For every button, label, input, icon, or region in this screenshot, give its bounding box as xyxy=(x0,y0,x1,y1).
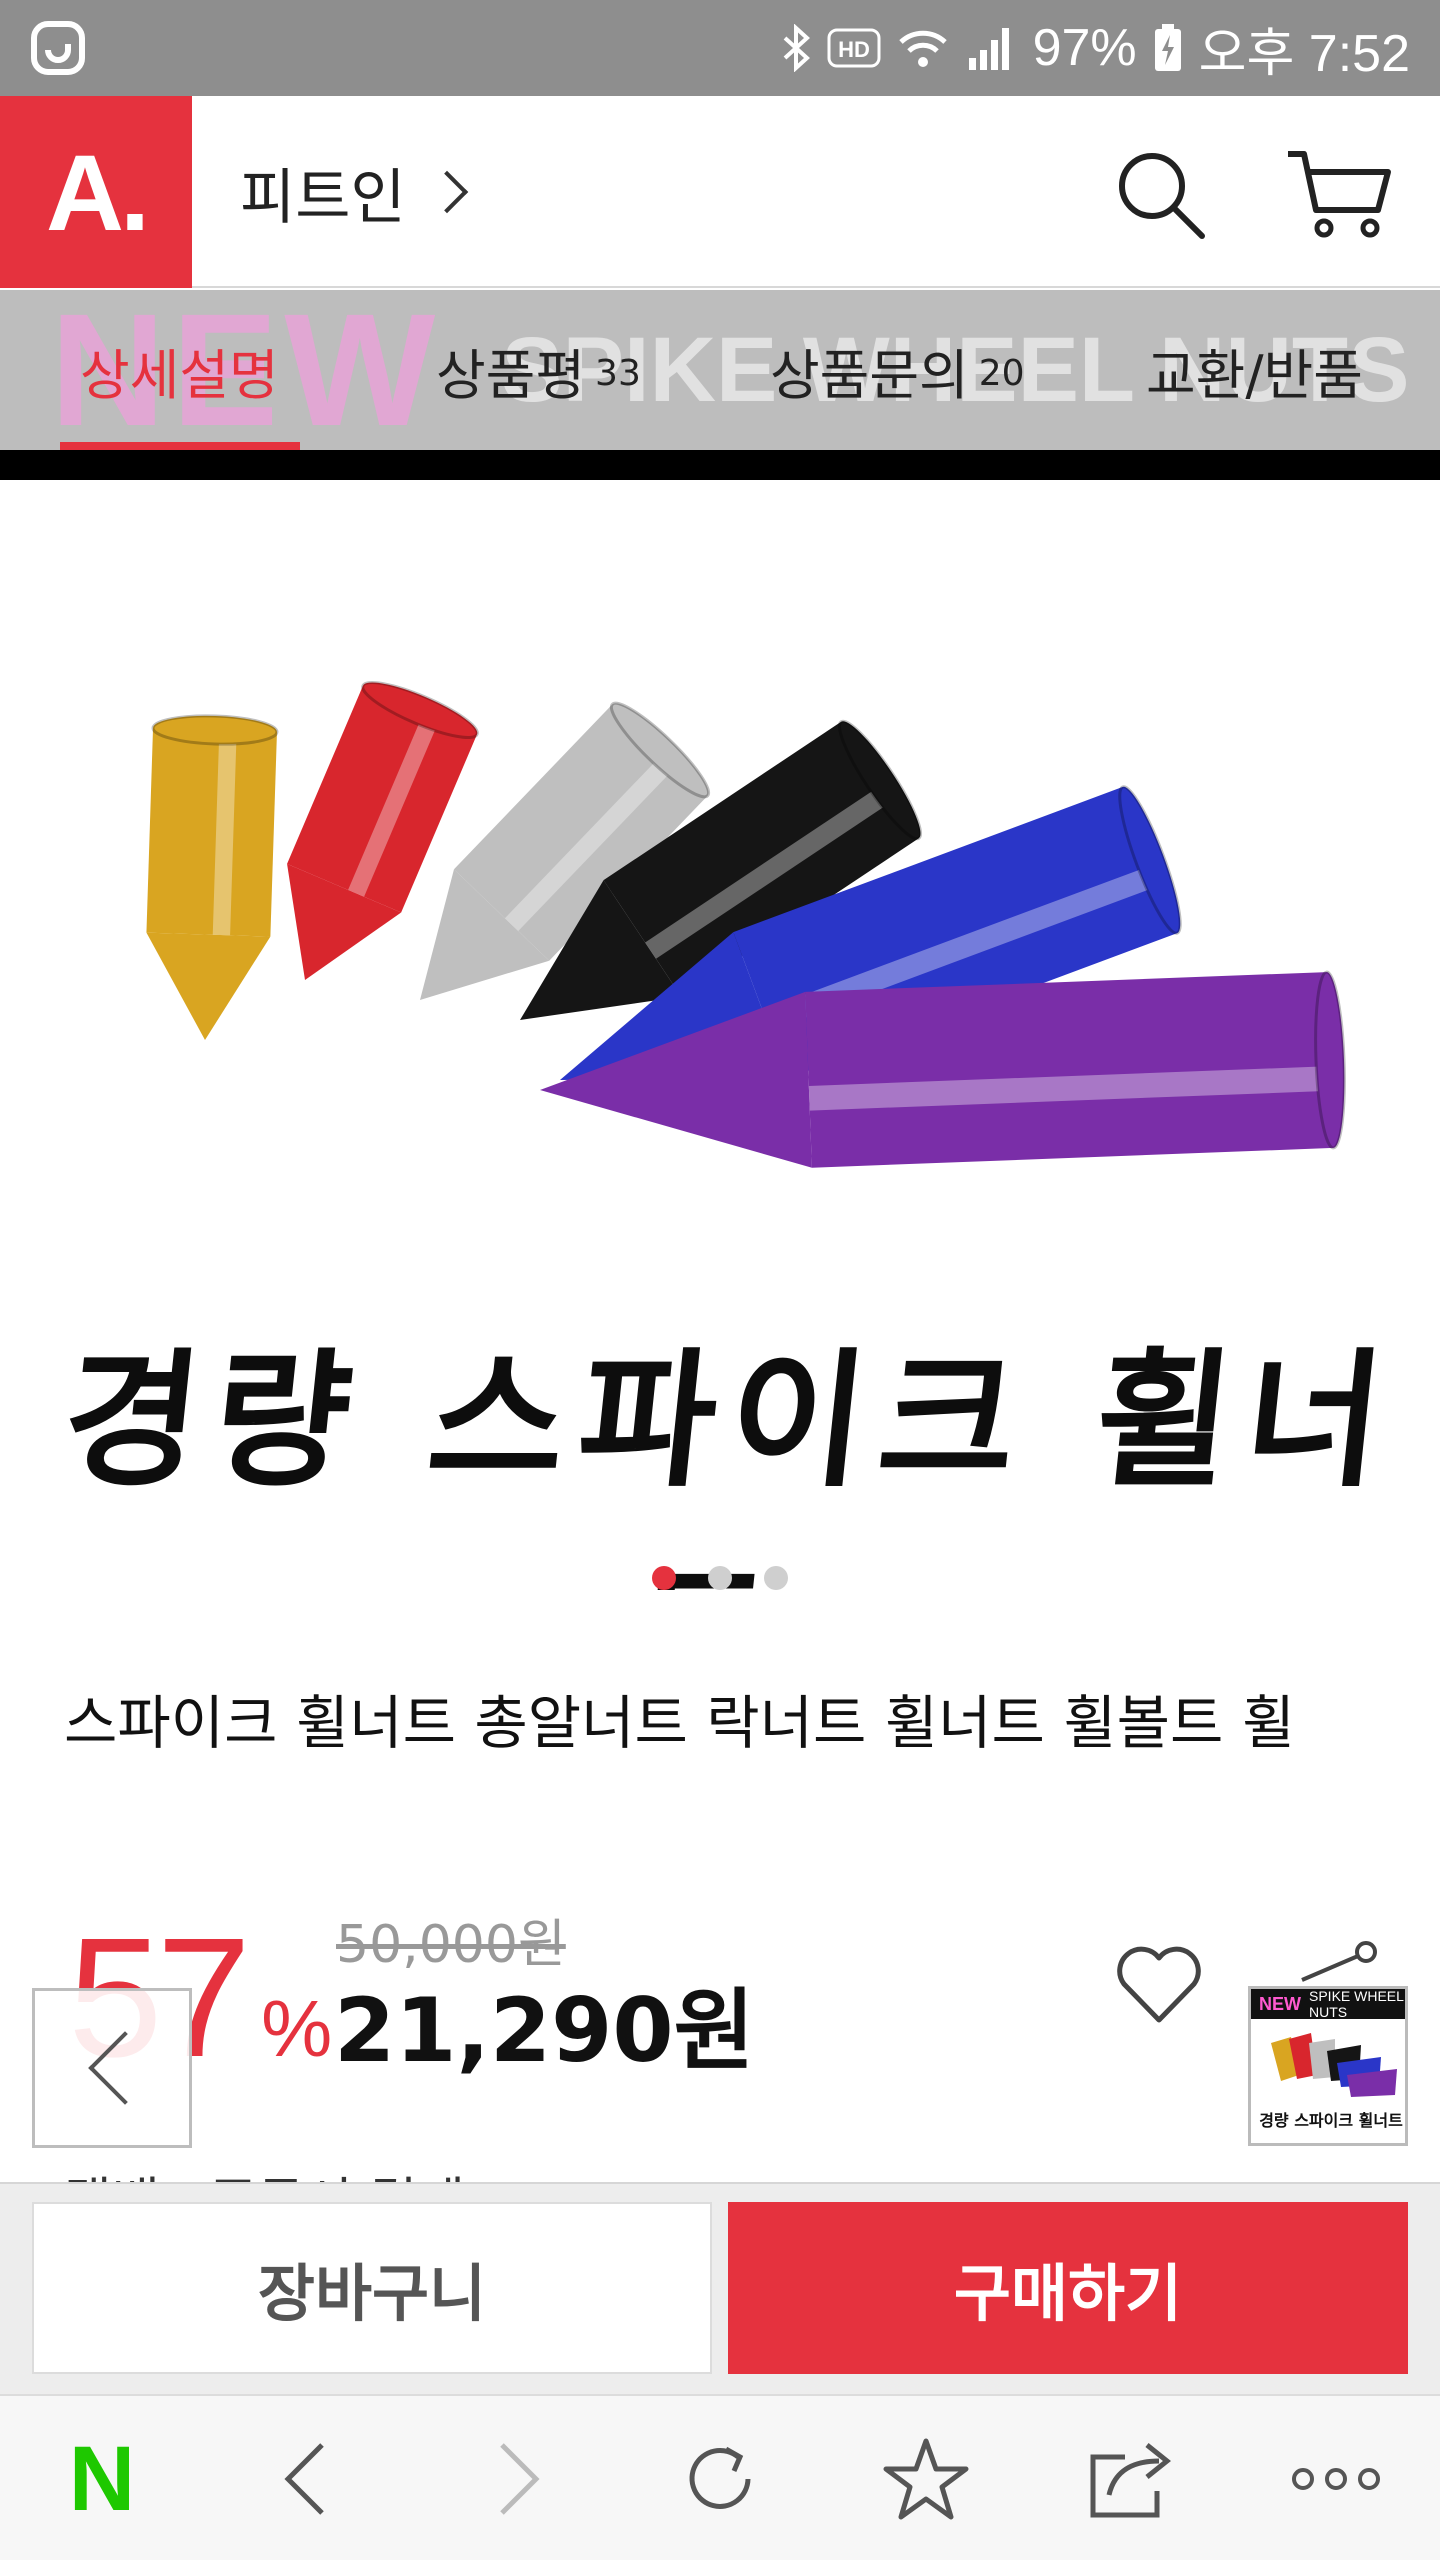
naver-home-icon: N xyxy=(68,2427,136,2530)
hd-icon: HD xyxy=(827,28,881,68)
tab-inquiries[interactable]: 상품문의 20 xyxy=(770,290,1025,450)
browser-refresh-button[interactable] xyxy=(660,2396,780,2560)
app-notification-icon xyxy=(31,21,85,75)
battery-charging-icon xyxy=(1154,24,1181,71)
carousel-dot[interactable] xyxy=(708,1566,732,1590)
app-logo[interactable]: A. xyxy=(0,96,192,288)
back-icon xyxy=(284,2443,324,2515)
shop-name: 피트인 xyxy=(240,162,406,233)
sale-price: 21,290원 xyxy=(334,1979,755,2082)
thumbnail-banner: NEW SPIKE WHEEL NUTS xyxy=(1251,1989,1405,2020)
wifi-icon xyxy=(898,30,947,67)
carousel-dot[interactable] xyxy=(652,1566,676,1590)
carousel-dots xyxy=(0,1566,1440,1590)
tab-description[interactable]: 상세설명 xyxy=(80,290,279,450)
status-bar: HD 97% 오후 7:52 xyxy=(0,0,1440,96)
purchase-action-bar: 장바구니 구매하기 xyxy=(0,2182,1440,2394)
refresh-icon xyxy=(689,2446,751,2509)
product-thumbnail[interactable]: NEW SPIKE WHEEL NUTS 경량 스파이크 휠너트 xyxy=(1248,1986,1408,2146)
browser-back-button[interactable] xyxy=(246,2396,366,2560)
cart-icon[interactable] xyxy=(1284,144,1394,244)
clock: 오후 7:52 xyxy=(1198,24,1410,83)
battery-percent: 97% xyxy=(1032,19,1137,77)
banner-divider xyxy=(0,450,1440,480)
shop-name-link[interactable]: 피트인 xyxy=(240,96,468,288)
inquiry-count: 20 xyxy=(978,352,1025,394)
signal-icon xyxy=(968,28,1009,70)
share-icon xyxy=(1090,2443,1172,2518)
search-icon[interactable] xyxy=(1112,146,1208,242)
chevron-right-icon xyxy=(425,170,468,214)
tab-exchange-return[interactable]: 교환/반품 xyxy=(1146,290,1363,450)
chevron-left-icon xyxy=(88,2031,162,2105)
buy-now-button[interactable]: 구매하기 xyxy=(728,2202,1408,2374)
bluetooth-icon xyxy=(783,24,810,72)
carousel-dot[interactable] xyxy=(764,1566,788,1590)
active-tab-indicator xyxy=(60,442,300,450)
browser-bookmark-button[interactable] xyxy=(866,2396,986,2560)
product-title: 스파이크 휠너트 총알너트 락너트 휠너트 휠볼트 휠 xyxy=(64,1689,1296,1757)
wheel-nut-1 xyxy=(146,714,279,1040)
more-icon xyxy=(1292,2468,1380,2490)
review-count: 33 xyxy=(595,352,641,394)
shipping-info: 택배 · 주문시 결제 xyxy=(64,2160,465,2182)
add-to-cart-button[interactable]: 장바구니 xyxy=(32,2202,712,2374)
thumbnail-nuts-image xyxy=(1271,2033,1397,2097)
app-header: A. 피트인 xyxy=(0,96,1440,288)
browser-share-button[interactable] xyxy=(1070,2396,1190,2560)
browser-nav-bar: N xyxy=(0,2394,1440,2560)
browser-more-button[interactable] xyxy=(1276,2396,1396,2560)
product-image-carousel[interactable]: 경량 스파이크 휠너트 xyxy=(0,480,1440,1590)
floating-back-button[interactable] xyxy=(32,1988,192,2148)
thumbnail-caption: 경량 스파이크 휠너트 xyxy=(1259,2111,1403,2130)
wheel-nuts-photo xyxy=(146,681,1346,1168)
tab-reviews[interactable]: 상품평 33 xyxy=(436,290,641,450)
bookmark-star-icon xyxy=(883,2438,969,2520)
heart-icon[interactable] xyxy=(1116,1946,1202,2026)
svg-text:HD: HD xyxy=(838,37,870,62)
naver-home-button[interactable]: N xyxy=(42,2396,162,2560)
hero-caption: 경량 스파이크 휠너트 xyxy=(54,1333,1406,1590)
detail-tabs: NEW SPIKE WHEEL NUTS 상세설명 상품평 33 상품문의 20 교… xyxy=(0,290,1440,450)
browser-forward-button[interactable] xyxy=(458,2396,578,2560)
forward-icon xyxy=(500,2443,540,2515)
